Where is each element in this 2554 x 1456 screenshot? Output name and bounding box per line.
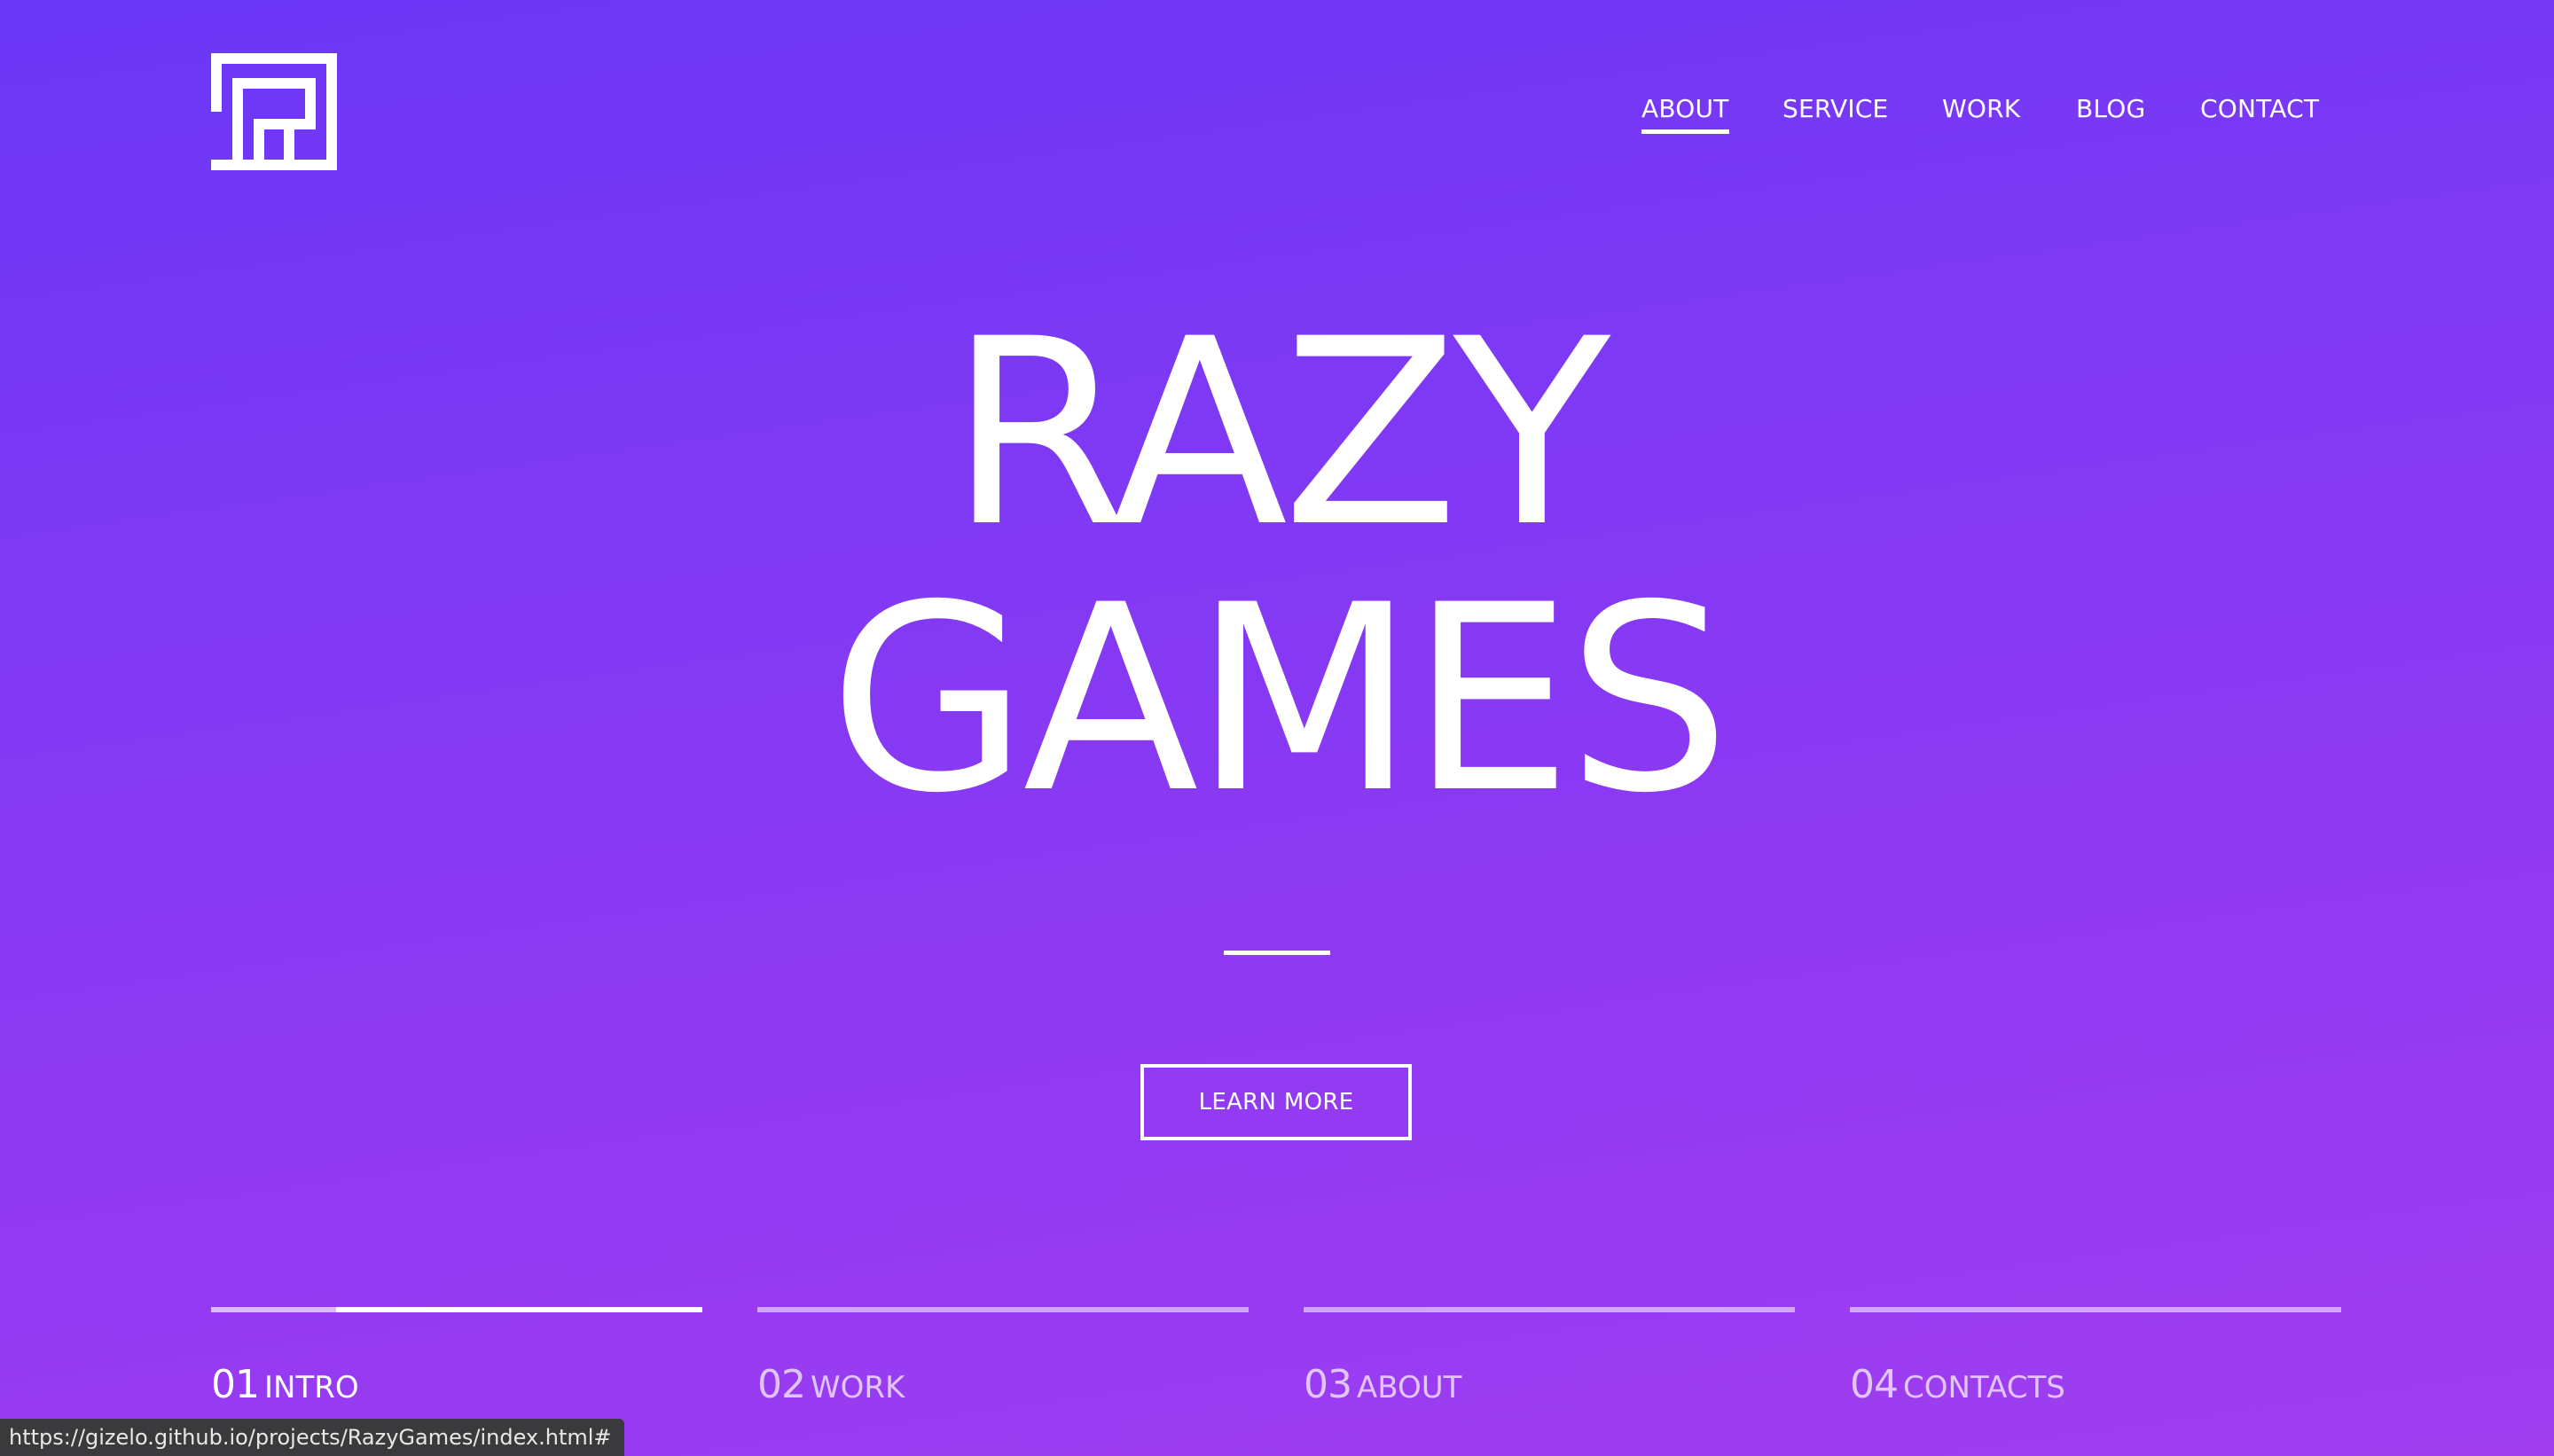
- section-label: 02 WORK: [757, 1362, 905, 1407]
- section-number: 01: [211, 1362, 260, 1407]
- section-name: CONTACTS: [1903, 1370, 2065, 1405]
- section-name: INTRO: [264, 1370, 359, 1405]
- section-tab-intro[interactable]: 01 INTRO: [211, 1307, 702, 1407]
- nav-blog[interactable]: BLOG: [2076, 94, 2145, 123]
- hero-title: RAZY GAMES: [0, 301, 2554, 834]
- section-number: 02: [757, 1362, 806, 1407]
- browser-status-url: https://gizelo.github.io/projects/RazyGa…: [0, 1419, 624, 1456]
- learn-more-button[interactable]: LEARN MORE: [1140, 1064, 1412, 1140]
- nav-about[interactable]: ABOUT: [1641, 94, 1729, 134]
- section-progress-track: [211, 1307, 336, 1312]
- hero-title-line-2: GAMES: [828, 551, 1731, 849]
- section-label: 01 INTRO: [211, 1362, 359, 1407]
- section-progress-bar: [211, 1307, 702, 1312]
- section-progress-fill: [336, 1307, 702, 1312]
- section-label: 03 ABOUT: [1304, 1362, 1461, 1407]
- hero-divider: [1224, 951, 1330, 955]
- section-tab-contacts[interactable]: 04 CONTACTS: [1850, 1307, 2341, 1407]
- nav-work[interactable]: WORK: [1942, 94, 2020, 123]
- section-tab-work[interactable]: 02 WORK: [757, 1307, 1249, 1407]
- section-name: ABOUT: [1357, 1370, 1462, 1405]
- main-nav: ABOUT SERVICE WORK BLOG CONTACT: [0, 94, 2554, 138]
- section-progress-bar: [1304, 1307, 1795, 1312]
- section-progress-bar: [757, 1307, 1249, 1312]
- hero-title-line-1: RAZY: [949, 285, 1610, 583]
- section-tab-about[interactable]: 03 ABOUT: [1304, 1307, 1795, 1407]
- nav-contact[interactable]: CONTACT: [2200, 94, 2319, 123]
- section-label: 04 CONTACTS: [1850, 1362, 2065, 1407]
- section-number: 04: [1850, 1362, 1899, 1407]
- nav-service[interactable]: SERVICE: [1782, 94, 1888, 123]
- section-progress-bar: [1850, 1307, 2341, 1312]
- section-number: 03: [1304, 1362, 1352, 1407]
- section-name: WORK: [811, 1370, 905, 1405]
